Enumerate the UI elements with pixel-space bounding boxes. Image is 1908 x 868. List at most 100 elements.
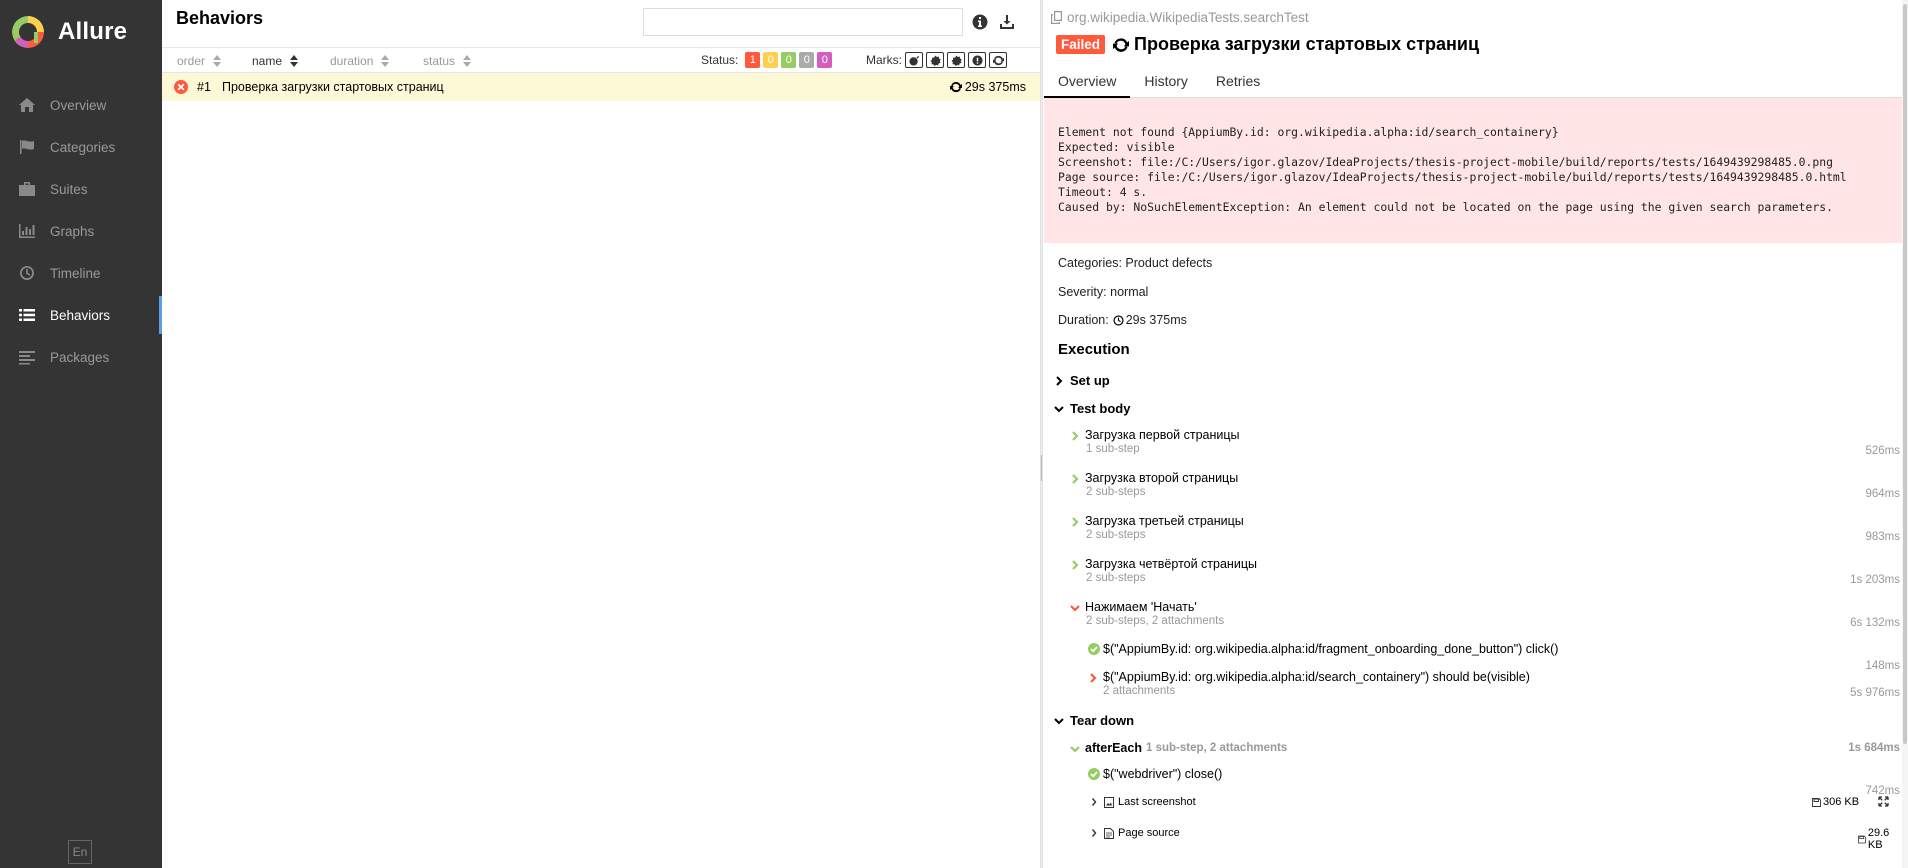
info-icon[interactable] <box>970 12 990 32</box>
sort-arrows-icon <box>381 55 390 67</box>
chevron-right-icon <box>1056 375 1063 386</box>
language-switch[interactable]: En <box>68 840 92 864</box>
new-broken-mark-button[interactable] <box>968 52 986 68</box>
sidebar-item-packages[interactable]: Packages <box>0 336 162 378</box>
step-sub: 1 sub-step <box>1086 443 1140 455</box>
status-badge-skipped[interactable]: 0 <box>799 52 815 68</box>
after-each-sub: 1 sub-step, 2 attachments <box>1145 742 1288 754</box>
test-path-text: org.wikipedia.WikipediaTests.searchTest <box>1067 10 1309 25</box>
test-body-section[interactable]: Test body <box>1054 401 1130 416</box>
step-duration: 1s 203ms <box>1850 574 1900 586</box>
chevron-right-icon <box>1070 559 1080 570</box>
new-passed-mark-button[interactable] <box>947 52 965 68</box>
webdriver-close-step[interactable]: $("webdriver") close() 742ms <box>1088 767 1900 797</box>
chevron-right-icon <box>1070 430 1080 441</box>
clock-icon <box>1113 314 1124 326</box>
scrollbar[interactable] <box>1902 0 1908 868</box>
chevron-right-icon <box>1091 798 1097 806</box>
sidebar-item-behaviors[interactable]: Behaviors <box>0 294 162 336</box>
substep-item[interactable]: $("AppiumBy.id: org.wikipedia.alpha:id/s… <box>1088 670 1900 699</box>
floppy-icon <box>1858 835 1866 843</box>
tab-overview[interactable]: Overview <box>1044 66 1131 98</box>
status-badge-unknown[interactable]: 0 <box>817 52 833 68</box>
sidebar-item-label: Suites <box>50 181 88 197</box>
substep-item[interactable]: $("AppiumBy.id: org.wikipedia.alpha:id/f… <box>1088 642 1900 672</box>
substep-sub: 2 attachments <box>1103 685 1176 697</box>
chevron-right-icon <box>1070 473 1080 484</box>
sidebar-item-label: Categories <box>50 139 116 155</box>
pane-divider[interactable] <box>1040 0 1043 868</box>
new-failed-mark-button[interactable] <box>926 52 944 68</box>
step-name: Загрузка первой страницы <box>1085 428 1240 442</box>
status-badge-passed[interactable]: 0 <box>781 52 797 68</box>
attachment-page-source[interactable]: Page source 29.6 KB <box>1090 823 1902 851</box>
step-duration: 964ms <box>1865 488 1900 500</box>
floppy-icon <box>1812 797 1821 807</box>
setup-section[interactable]: Set up <box>1054 373 1110 388</box>
sidebar-item-timeline[interactable]: Timeline <box>0 252 162 294</box>
sort-duration[interactable]: duration <box>330 54 390 68</box>
list-icon <box>16 307 38 323</box>
sidebar-item-suites[interactable]: Suites <box>0 168 162 210</box>
test-title-text: Проверка загрузки стартовых страниц <box>1134 34 1480 54</box>
brand[interactable]: Allure <box>0 0 162 64</box>
test-body-label: Test body <box>1070 401 1131 416</box>
setup-label: Set up <box>1070 373 1110 388</box>
substep-name: $("AppiumBy.id: org.wikipedia.alpha:id/s… <box>1103 670 1530 684</box>
substep-name: $("AppiumBy.id: org.wikipedia.alpha:id/f… <box>1103 642 1559 656</box>
step-item[interactable]: Загрузка четвёртой страницы 2 sub-steps … <box>1070 557 1900 586</box>
categories-value[interactable]: Product defects <box>1125 256 1212 270</box>
home-icon <box>16 97 38 113</box>
attachment-name: Page source <box>1118 827 1180 839</box>
pane-divider-grip[interactable] <box>1040 455 1043 481</box>
sort-status[interactable]: status <box>423 54 472 68</box>
status-badge-failed[interactable]: 1 <box>745 52 761 68</box>
test-name: Проверка загрузки стартовых страниц <box>222 80 444 94</box>
copy-icon <box>1051 11 1062 24</box>
status-badge-broken[interactable]: 0 <box>763 52 779 68</box>
sort-order[interactable]: order <box>177 54 222 68</box>
flaky-mark-button[interactable] <box>905 52 923 68</box>
status-badge: Failed <box>1056 35 1106 54</box>
chevron-down-icon <box>1054 717 1064 724</box>
search-input[interactable] <box>643 8 963 36</box>
categories-label: Categories: <box>1058 256 1122 270</box>
sort-order-label: order <box>177 54 206 68</box>
step-item[interactable]: Загрузка третьей страницы 2 sub-steps 98… <box>1070 514 1900 543</box>
after-each-step[interactable]: afterEach 1 sub-step, 2 attachments 1s 6… <box>1070 741 1900 755</box>
new-passed-icon <box>950 54 962 66</box>
failed-status-icon <box>174 80 188 94</box>
status-filter-label: Status: <box>701 53 739 67</box>
table-row[interactable]: #1 Проверка загрузки стартовых страниц 2… <box>162 73 1040 101</box>
sort-name[interactable]: name <box>252 54 299 68</box>
execution-title: Execution <box>1058 341 1130 358</box>
sidebar-item-label: Timeline <box>50 265 101 281</box>
teardown-section[interactable]: Tear down <box>1054 713 1134 728</box>
download-icon[interactable] <box>997 12 1017 32</box>
error-message: Element not found {AppiumBy.id: org.wiki… <box>1044 98 1908 243</box>
severity-label: Severity: <box>1058 285 1107 299</box>
sidebar-item-categories[interactable]: Categories <box>0 126 162 168</box>
duration-label: Duration: <box>1058 313 1109 327</box>
sidebar-item-overview[interactable]: Overview <box>0 84 162 126</box>
retries-mark-button[interactable] <box>989 52 1007 68</box>
step-item[interactable]: Нажимаем 'Начать' 2 sub-steps, 2 attachm… <box>1070 600 1900 629</box>
attachment-last-screenshot[interactable]: Last screenshot 306 KB <box>1090 792 1902 812</box>
tab-retries[interactable]: Retries <box>1202 66 1274 98</box>
expand-icon[interactable] <box>1878 796 1889 807</box>
step-name: Загрузка третьей страницы <box>1085 514 1244 528</box>
chevron-right-icon <box>1091 829 1097 837</box>
scrollbar-thumb[interactable] <box>1903 4 1907 744</box>
sidebar-item-graphs[interactable]: Graphs <box>0 210 162 252</box>
test-duration: 29s 375ms <box>949 80 1026 94</box>
step-item[interactable]: Загрузка второй страницы 2 sub-steps 964… <box>1070 471 1900 500</box>
test-full-path[interactable]: org.wikipedia.WikipediaTests.searchTest <box>1050 10 1309 25</box>
tab-history[interactable]: History <box>1130 66 1202 98</box>
step-item[interactable]: Загрузка первой страницы 1 sub-step 526m… <box>1070 428 1900 457</box>
step-name: Нажимаем 'Начать' <box>1085 600 1197 614</box>
sort-duration-label: duration <box>330 54 374 68</box>
chevron-right-icon <box>1088 672 1098 683</box>
after-each-name: afterEach <box>1085 741 1142 755</box>
step-sub: 2 sub-steps <box>1086 529 1146 541</box>
sidebar-item-label: Behaviors <box>50 307 111 323</box>
